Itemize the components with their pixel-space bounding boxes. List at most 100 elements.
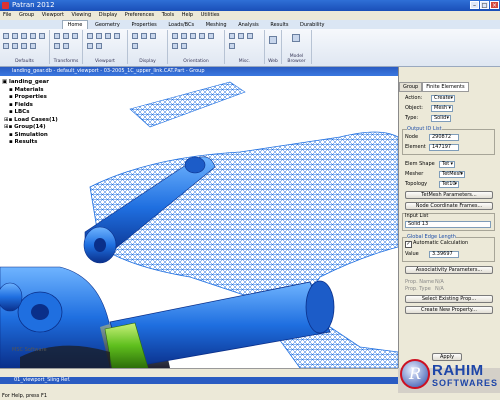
ribbon-group-caption: Defaults [15, 59, 34, 64]
tree-label: landing_gear [8, 79, 49, 85]
menu-group[interactable]: Group [16, 11, 37, 20]
viewport-delete-icon[interactable] [114, 33, 120, 39]
edge-length-field[interactable]: 3.39697 [429, 251, 459, 258]
back-view-icon[interactable] [181, 33, 187, 39]
mesher-select[interactable]: TetMesh [439, 171, 465, 178]
iso-view-icon[interactable] [208, 33, 214, 39]
viewport-new-icon[interactable] [87, 33, 93, 39]
cube-icon[interactable] [229, 33, 235, 39]
smooth-shade-icon[interactable] [150, 33, 156, 39]
clip-icon[interactable] [229, 43, 235, 49]
prop-type-value: N/A [435, 286, 444, 292]
menu-help[interactable]: Help [179, 11, 196, 20]
viewport-tile-icon[interactable] [96, 33, 102, 39]
model-tree: ▣ landing_gear ▪ Materials ▪ Properties … [2, 79, 92, 147]
action-select[interactable]: Create [431, 95, 455, 102]
tree-item-simulation[interactable]: ▪ Simulation [2, 132, 92, 140]
tetmesh-parameters-button[interactable]: TetMesh Parameters... [405, 191, 493, 199]
labels-icon[interactable] [132, 43, 138, 49]
viewport-modify-icon[interactable] [105, 33, 111, 39]
select-existing-prop-button[interactable]: Select Existing Prop... [405, 295, 493, 303]
ribbon: Defaults Transforms Viewport Display Ori… [0, 29, 500, 67]
measure-icon[interactable] [238, 33, 244, 39]
tree-item-fields[interactable]: ▪ Fields [2, 102, 92, 110]
type-label: Type: [405, 115, 419, 121]
ribbon-group-misc: Misc. [225, 30, 265, 64]
elem-shape-select[interactable]: Tet [439, 161, 455, 168]
menu-file[interactable]: File [0, 11, 14, 20]
grid-icon[interactable] [247, 33, 253, 39]
save-icon[interactable] [21, 33, 27, 39]
home-icon[interactable] [269, 36, 277, 44]
logo-line1: RAHIM [432, 362, 484, 379]
tree-label: Simulation [14, 131, 48, 138]
menu-viewing[interactable]: Viewing [69, 11, 95, 20]
new-icon[interactable] [3, 33, 9, 39]
tree-label: Results [14, 139, 38, 145]
menu-preferences[interactable]: Preferences [122, 11, 157, 20]
viewport-title-bar: landing_gear.db - default_viewport - 03-… [0, 67, 398, 76]
action-label: Action: [405, 95, 423, 101]
tree-item-lbcs[interactable]: ▪ LBCs [2, 109, 92, 117]
input-list-field[interactable]: Solid 13 [405, 221, 491, 228]
undo-icon[interactable] [39, 33, 45, 39]
auto-calc-checkbox[interactable]: ✓ [405, 241, 412, 248]
tree-item-load-cases[interactable]: ⊞▪ Load Cases(1) [2, 117, 92, 125]
associativity-parameters-button[interactable]: Associativity Parameters... [405, 266, 493, 274]
top-view-icon[interactable] [190, 33, 196, 39]
tree-item-materials[interactable]: ▪ Materials [2, 87, 92, 95]
tree-item-root[interactable]: ▣ landing_gear [2, 79, 92, 87]
panel-tab-finite-elements[interactable]: Finite Elements [422, 82, 469, 92]
node-coordinate-frames-button[interactable]: Node Coordinate Frames... [405, 202, 493, 210]
ribbon-group-display: Display [128, 30, 168, 64]
rotate-icon[interactable] [54, 33, 60, 39]
topology-select[interactable]: Tet10 [439, 181, 459, 188]
model-browser-icon[interactable] [292, 34, 300, 42]
close-button[interactable]: × [490, 1, 499, 9]
left-view-icon[interactable] [172, 43, 178, 49]
print-icon[interactable] [30, 33, 36, 39]
minimize-button[interactable]: – [470, 1, 479, 9]
element-id-field[interactable]: 147197 [429, 144, 459, 151]
create-new-property-button[interactable]: Create New Property... [405, 306, 493, 314]
fit-icon[interactable] [54, 43, 60, 49]
node-id-field[interactable]: 290872 [429, 134, 459, 141]
menu-viewport[interactable]: Viewport [39, 11, 67, 20]
paste-icon[interactable] [12, 43, 18, 49]
zoom-icon[interactable] [72, 33, 78, 39]
menu-display[interactable]: Display [96, 11, 120, 20]
bottom-view-icon[interactable] [199, 33, 205, 39]
front-view-icon[interactable] [172, 33, 178, 39]
panel-tab-group[interactable]: Group [399, 82, 423, 92]
right-view-icon[interactable] [181, 43, 187, 49]
type-select[interactable]: Solid [431, 115, 451, 122]
maximize-button[interactable]: □ [480, 1, 489, 9]
open-icon[interactable] [12, 33, 18, 39]
node-label: Node [405, 134, 419, 140]
copy-icon[interactable] [3, 43, 9, 49]
tree-item-properties[interactable]: ▪ Properties [2, 94, 92, 102]
tree-label: Properties [14, 94, 47, 100]
command-input[interactable] [0, 384, 398, 393]
viewport-post-icon[interactable] [87, 43, 93, 49]
object-select[interactable]: Mesh [431, 105, 453, 112]
wireframe-icon[interactable] [132, 33, 138, 39]
tree-item-results[interactable]: ▪ Results [2, 139, 92, 147]
pan-icon[interactable] [63, 33, 69, 39]
menu-utilities[interactable]: Utilities [198, 11, 223, 20]
menu-tools[interactable]: Tools [159, 11, 177, 20]
viewport-shade-icon[interactable] [96, 43, 102, 49]
hidden-line-icon[interactable] [141, 33, 147, 39]
zoom-box-icon[interactable] [63, 43, 69, 49]
reset-icon[interactable] [30, 43, 36, 49]
auto-calc-label: Automatic Calculation [413, 240, 469, 246]
logo-mark: R [400, 359, 430, 389]
refresh-icon[interactable] [21, 43, 27, 49]
command-line-area[interactable]: 01_viewport_Sling Ref. [0, 377, 398, 384]
tree-item-group[interactable]: ⊞▪ Group(14) [2, 124, 92, 132]
command-line[interactable]: 01_viewport_Sling Ref. [0, 377, 398, 384]
tree-label: Group(14) [14, 124, 46, 130]
output-id-box [402, 129, 495, 155]
graphics-viewport[interactable]: landing_gear.db - default_viewport - 03-… [0, 67, 398, 368]
ribbon-group-caption: Viewport [95, 59, 115, 64]
